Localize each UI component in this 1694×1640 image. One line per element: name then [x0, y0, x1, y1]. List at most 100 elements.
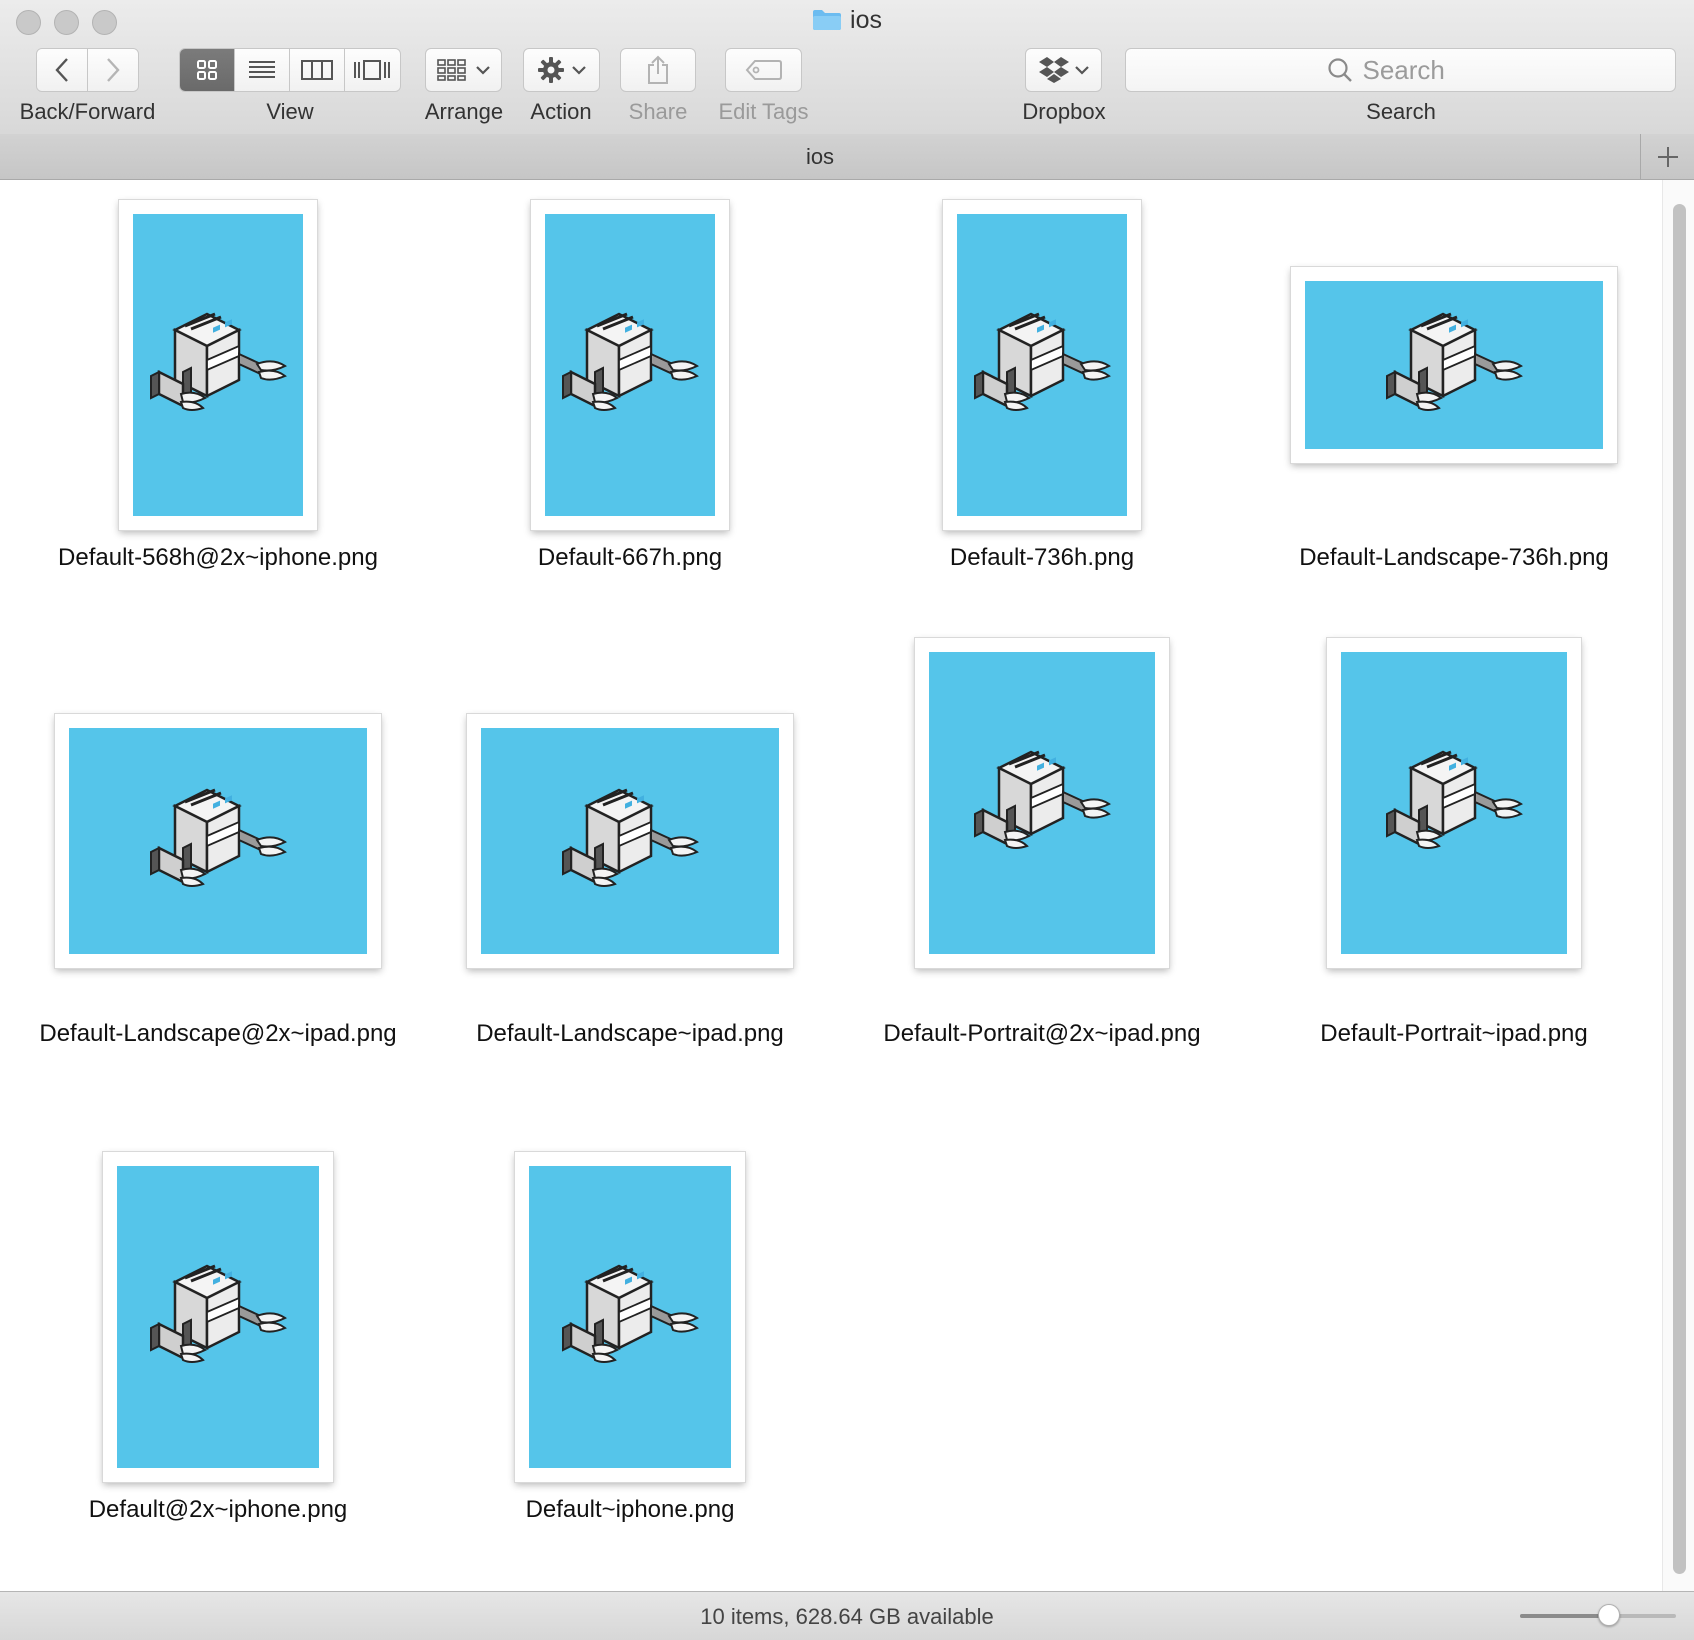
thumbnail-image: [1305, 281, 1603, 449]
file-name: Default-Portrait@2x~ipad.png: [883, 1020, 1201, 1047]
file-item[interactable]: Default-736h.png: [836, 180, 1248, 620]
tab-ios[interactable]: ios: [0, 144, 1640, 170]
thumbnail-image: [1341, 652, 1567, 954]
robot-icon: [561, 1264, 699, 1364]
search-input[interactable]: [1360, 53, 1475, 87]
toolbar: ios Back/Forward View Arrange Action Sha…: [0, 0, 1694, 135]
dropbox-label: Dropbox: [1022, 99, 1106, 124]
action-label: Action: [530, 99, 592, 124]
file-thumbnail[interactable]: [1291, 267, 1617, 463]
robot-icon: [561, 788, 699, 888]
edit-tags-label: Edit Tags: [718, 99, 809, 124]
file-item[interactable]: Default-667h.png: [424, 180, 836, 620]
gear-icon: [537, 57, 564, 83]
robot-icon: [1385, 750, 1523, 850]
dropbox-button[interactable]: [1025, 48, 1102, 92]
robot-icon: [561, 312, 699, 412]
dropbox-icon: [1038, 57, 1069, 83]
arrange-grid-icon: [436, 59, 466, 81]
file-name: Default-Landscape@2x~ipad.png: [39, 1020, 397, 1047]
thumbnail-image: [69, 728, 367, 954]
action-button[interactable]: [523, 48, 600, 92]
file-item[interactable]: Default-Landscape-736h.png: [1248, 180, 1660, 620]
file-item[interactable]: Default-Portrait@2x~ipad.png: [836, 638, 1248, 1096]
share-icon: [648, 55, 668, 84]
status-text: 10 items, 628.64 GB available: [700, 1604, 994, 1629]
search-icon: [1327, 58, 1352, 82]
status-bar: 10 items, 628.64 GB available: [0, 1591, 1694, 1640]
search-field[interactable]: [1125, 48, 1676, 92]
file-item[interactable]: Default-Landscape~ipad.png: [424, 656, 836, 1096]
list-lines-icon: [249, 61, 275, 78]
thumbnail-image: [481, 728, 779, 954]
file-item[interactable]: Default@2x~iphone.png: [12, 1132, 424, 1572]
cover-flow-icon: [354, 60, 391, 80]
chevron-down-icon: [475, 66, 490, 75]
folder-icon: [813, 10, 842, 30]
file-thumbnail[interactable]: [515, 1152, 745, 1482]
list-view-button[interactable]: [235, 49, 290, 91]
forward-button[interactable]: [87, 49, 138, 91]
finder-window: ios Back/Forward View Arrange Action Sha…: [0, 0, 1694, 1640]
thumbnail-image: [529, 1166, 731, 1468]
new-tab-button[interactable]: [1640, 134, 1694, 179]
back-forward-control: [36, 48, 139, 92]
chevron-down-icon: [571, 66, 586, 75]
file-grid: Default-568h@2x~iphone.png Default-667h.p…: [0, 180, 1662, 1591]
robot-icon: [149, 312, 287, 412]
column-view-button[interactable]: [290, 49, 345, 91]
view-mode-control: [179, 48, 401, 92]
slider-fill: [1520, 1614, 1609, 1618]
file-item[interactable]: Default-Portrait~ipad.png: [1248, 638, 1660, 1096]
file-thumbnail[interactable]: [531, 200, 729, 530]
share-label: Share: [628, 99, 688, 124]
file-name: Default-Landscape-736h.png: [1299, 544, 1609, 571]
icon-view-button[interactable]: [180, 49, 235, 91]
file-name: Default-568h@2x~iphone.png: [58, 544, 378, 571]
thumbnail-image: [957, 214, 1127, 516]
robot-icon: [1385, 312, 1523, 412]
slider-knob[interactable]: [1597, 1604, 1620, 1626]
thumbnail-image: [929, 652, 1155, 954]
file-name: Default-667h.png: [537, 544, 723, 571]
icon-size-slider[interactable]: [1520, 1604, 1676, 1626]
robot-icon: [149, 1264, 287, 1364]
file-item[interactable]: Default~iphone.png: [424, 1132, 836, 1572]
thumbnail-image: [545, 214, 715, 516]
scrollbar-thumb[interactable]: [1673, 204, 1686, 1574]
chevron-right-icon: [106, 58, 120, 82]
vertical-scrollbar[interactable]: [1662, 180, 1694, 1591]
share-button[interactable]: [620, 48, 696, 92]
chevron-left-icon: [55, 58, 68, 82]
cover-flow-view-button[interactable]: [345, 49, 400, 91]
file-thumbnail[interactable]: [103, 1152, 333, 1482]
arrange-button[interactable]: [425, 48, 502, 92]
file-name: Default-Portrait~ipad.png: [1320, 1020, 1588, 1047]
file-name: Default~iphone.png: [525, 1496, 735, 1523]
file-thumbnail[interactable]: [55, 714, 381, 968]
view-label: View: [266, 99, 314, 124]
file-item[interactable]: Default-568h@2x~iphone.png: [12, 180, 424, 620]
back-button[interactable]: [37, 49, 88, 91]
window-title: ios: [0, 6, 1694, 35]
file-name: Default@2x~iphone.png: [88, 1496, 348, 1523]
back-forward-label: Back/Forward: [19, 99, 156, 124]
arrange-label: Arrange: [424, 99, 504, 124]
file-thumbnail[interactable]: [467, 714, 793, 968]
file-name: Default-736h.png: [949, 544, 1135, 571]
icon-grid-icon: [197, 60, 217, 80]
tab-bar: ios: [0, 134, 1694, 180]
file-thumbnail[interactable]: [915, 638, 1169, 968]
window-title-text: ios: [850, 6, 882, 34]
chevron-down-icon: [1074, 66, 1089, 75]
file-item[interactable]: Default-Landscape@2x~ipad.png: [12, 656, 424, 1096]
file-thumbnail[interactable]: [943, 200, 1141, 530]
edit-tags-button[interactable]: [725, 48, 802, 92]
tag-icon: [745, 60, 782, 80]
robot-icon: [149, 788, 287, 888]
file-thumbnail[interactable]: [119, 200, 317, 530]
file-thumbnail[interactable]: [1327, 638, 1581, 968]
robot-icon: [973, 750, 1111, 850]
thumbnail-image: [117, 1166, 319, 1468]
columns-icon: [301, 60, 333, 80]
